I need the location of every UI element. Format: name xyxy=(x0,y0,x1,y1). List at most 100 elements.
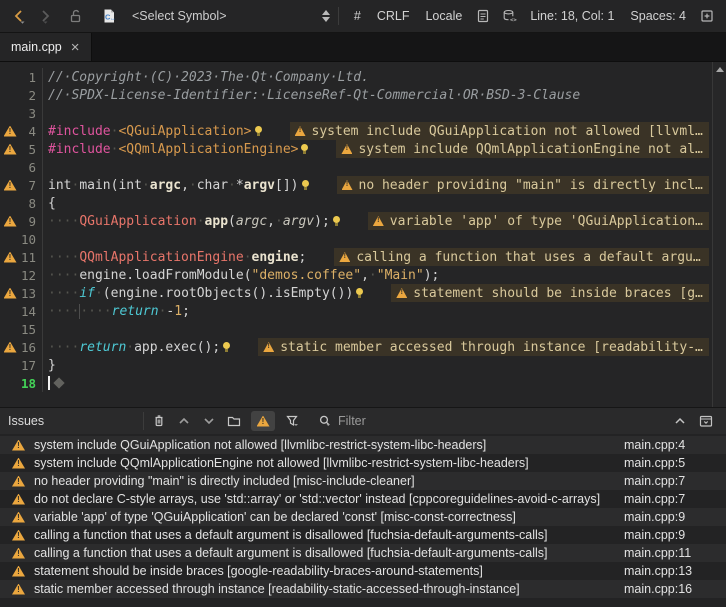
line-number[interactable]: 5 xyxy=(20,142,42,157)
symbol-selector-dropdown[interactable]: <Select Symbol> xyxy=(126,9,331,23)
gutter-warning-icon[interactable] xyxy=(4,288,17,299)
issues-filter-field[interactable] xyxy=(317,413,458,429)
inline-annotation[interactable]: system include QGuiApplication not allow… xyxy=(290,122,709,140)
code-line-2[interactable]: 2//·SPDX-License-Identifier:·LicenseRef-… xyxy=(0,86,726,104)
panel-separator xyxy=(143,412,144,430)
gutter-warning-icon[interactable] xyxy=(4,144,17,155)
cursor-position-indicator[interactable]: Line: 18, Col: 1 xyxy=(522,9,622,23)
tab-main-cpp[interactable]: main.cpp × xyxy=(0,33,92,61)
code-line-6[interactable]: 6 xyxy=(0,158,726,176)
code-token: //·Copyright·(C)·2023·The·Qt·Company·Ltd… xyxy=(48,70,369,85)
issue-row[interactable]: variable 'app' of type 'QGuiApplication'… xyxy=(0,508,726,526)
go-forward-button[interactable] xyxy=(32,3,58,29)
clear-issues-icon[interactable] xyxy=(151,413,167,429)
code-line-18[interactable]: 18 xyxy=(0,374,726,392)
inline-annotation[interactable]: system include QQmlApplicationEngine not… xyxy=(336,140,709,158)
inline-annotation[interactable]: variable 'app' of type 'QGuiApplication'… xyxy=(368,212,709,230)
gutter-warning-icon[interactable] xyxy=(4,126,17,137)
line-number[interactable]: 12 xyxy=(20,268,42,283)
issue-row[interactable]: system include QQmlApplicationEngine not… xyxy=(0,454,726,472)
refactor-hint-icon[interactable] xyxy=(223,342,230,349)
issue-row[interactable]: static member accessed through instance … xyxy=(0,580,726,598)
issue-row[interactable]: statement should be inside braces [googl… xyxy=(0,562,726,580)
split-editor-button[interactable] xyxy=(694,8,720,24)
code-token: , xyxy=(181,178,189,193)
refactor-hint-icon[interactable] xyxy=(356,288,363,295)
tab-close-icon[interactable]: × xyxy=(71,40,80,55)
line-number[interactable]: 14 xyxy=(20,304,42,319)
code-line-16[interactable]: 16····return·app.exec();static member ac… xyxy=(0,338,726,356)
show-warnings-toggle[interactable] xyxy=(251,411,275,431)
code-line-8[interactable]: 8{ xyxy=(0,194,726,212)
code-line-12[interactable]: 12····engine.loadFromModule("demos.coffe… xyxy=(0,266,726,284)
line-number[interactable]: 2 xyxy=(20,88,42,103)
issue-location: main.cpp:16 xyxy=(624,582,726,596)
pin-file-button[interactable] xyxy=(62,3,88,29)
file-type-button[interactable]: C ↔ xyxy=(96,3,122,29)
line-number[interactable]: 6 xyxy=(20,160,42,175)
close-panel-icon[interactable] xyxy=(698,413,714,429)
code-line-9[interactable]: 9····QGuiApplication·app(argc,·argv);var… xyxy=(0,212,726,230)
filter-categories-icon[interactable] xyxy=(284,413,300,429)
code-token: <QQmlApplicationEngine> xyxy=(118,142,298,157)
code-line-7[interactable]: 7int·main(int·argc,·char·*argv[])no head… xyxy=(0,176,726,194)
code-line-1[interactable]: 1 //·Copyright·(C)·2023·The·Qt·Company·Lt… xyxy=(0,68,726,86)
code-line-3[interactable]: 3 xyxy=(0,104,726,122)
editor-scrollbar[interactable] xyxy=(712,62,726,407)
code-token: (engine. xyxy=(103,286,166,301)
code-line-15[interactable]: 15 xyxy=(0,320,726,338)
line-number[interactable]: 3 xyxy=(20,106,42,121)
line-number[interactable]: 11 xyxy=(20,250,42,265)
line-number[interactable]: 13 xyxy=(20,286,42,301)
code-line-5[interactable]: 5#include·<QQmlApplicationEngine>system … xyxy=(0,140,726,158)
refactor-hint-icon[interactable] xyxy=(302,180,309,187)
gutter-warning-icon[interactable] xyxy=(4,342,17,353)
code-model-button[interactable]: <> xyxy=(496,8,522,24)
refactor-hint-icon[interactable] xyxy=(301,144,308,151)
next-issue-icon[interactable] xyxy=(201,413,217,429)
code-line-4[interactable]: 4#include·<QGuiApplication>system includ… xyxy=(0,122,726,140)
issue-row[interactable]: no header providing "main" is directly i… xyxy=(0,472,726,490)
line-number[interactable]: 7 xyxy=(20,178,42,193)
line-number[interactable]: 18 xyxy=(20,376,42,391)
line-ending-selector[interactable]: CRLF xyxy=(369,9,418,23)
inline-annotation[interactable]: no header providing "main" is directly i… xyxy=(337,176,710,194)
line-number[interactable]: 17 xyxy=(20,358,42,373)
gutter-warning-icon[interactable] xyxy=(4,216,17,227)
code-line-14[interactable]: 14········return·-1; xyxy=(0,302,726,320)
code-line-11[interactable]: 11····QQmlApplicationEngine·engine;calli… xyxy=(0,248,726,266)
gutter-warning-icon[interactable] xyxy=(4,252,17,263)
indentation-indicator[interactable]: Spaces: 4 xyxy=(622,9,694,23)
filter-input[interactable] xyxy=(338,414,458,428)
refactor-hint-icon[interactable] xyxy=(255,126,262,133)
line-number[interactable]: 16 xyxy=(20,340,42,355)
line-number[interactable]: 10 xyxy=(20,232,42,247)
issue-row[interactable]: do not declare C-style arrays, use 'std:… xyxy=(0,490,726,508)
maximize-panel-icon[interactable] xyxy=(672,413,688,429)
inline-annotation[interactable]: statement should be inside braces [googl… xyxy=(391,284,709,302)
go-back-button[interactable] xyxy=(6,3,32,29)
inline-annotation[interactable]: calling a function that uses a default a… xyxy=(334,248,709,266)
code-line-17[interactable]: 17} xyxy=(0,356,726,374)
line-number[interactable]: 4 xyxy=(20,124,42,139)
line-number[interactable]: 8 xyxy=(20,196,42,211)
issue-row[interactable]: calling a function that uses a default a… xyxy=(0,544,726,562)
line-number[interactable]: 1 xyxy=(20,70,42,85)
macro-expander-button[interactable]: # xyxy=(346,9,369,23)
refactor-hint-icon[interactable] xyxy=(333,216,340,223)
line-number[interactable]: 9 xyxy=(20,214,42,229)
issue-row[interactable]: calling a function that uses a default a… xyxy=(0,526,726,544)
previous-issue-icon[interactable] xyxy=(176,413,192,429)
show-folder-icon[interactable] xyxy=(226,413,242,429)
split-plus-icon xyxy=(699,8,715,24)
encoding-selector[interactable]: Locale xyxy=(417,9,470,23)
inline-annotation[interactable]: static member accessed through instance … xyxy=(258,338,709,356)
code-line-13[interactable]: 13····if·(engine.rootObjects().isEmpty()… xyxy=(0,284,726,302)
code-line-10[interactable]: 10 xyxy=(0,230,726,248)
code-editor[interactable]: 1 //·Copyright·(C)·2023·The·Qt·Company·Lt… xyxy=(0,62,726,407)
issue-row[interactable]: system include QGuiApplication not allow… xyxy=(0,436,726,454)
file-properties-button[interactable] xyxy=(470,8,496,24)
line-number[interactable]: 15 xyxy=(20,322,42,337)
scroll-up-arrow[interactable] xyxy=(713,62,726,77)
gutter-warning-icon[interactable] xyxy=(4,180,17,191)
